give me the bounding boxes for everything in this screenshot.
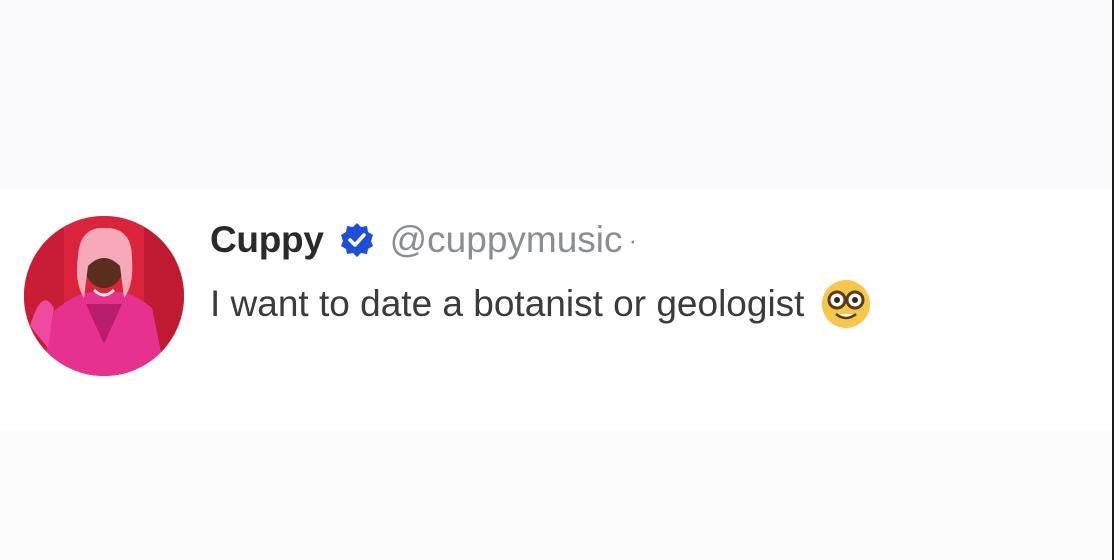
tweet-card[interactable]: Cuppy @cuppymusic · I want to date a bot… [0, 190, 1112, 430]
nerd-face-emoji-icon [820, 278, 872, 330]
bottom-background [0, 430, 1112, 560]
avatar-image [24, 216, 184, 376]
tweet-text: I want to date a botanist or geologist [210, 283, 805, 324]
tweet-header: Cuppy @cuppymusic · [210, 218, 637, 262]
verified-badge-icon [338, 221, 376, 259]
separator-dot: · [628, 224, 638, 255]
avatar[interactable] [24, 216, 184, 376]
user-handle[interactable]: @cuppymusic [390, 219, 623, 261]
tweet-body: I want to date a botanist or geologist [210, 278, 872, 330]
frame-edge-divider [1112, 0, 1114, 560]
screenshot-canvas: Cuppy @cuppymusic · I want to date a bot… [0, 0, 1120, 560]
top-background [0, 0, 1112, 190]
display-name[interactable]: Cuppy [210, 219, 324, 261]
